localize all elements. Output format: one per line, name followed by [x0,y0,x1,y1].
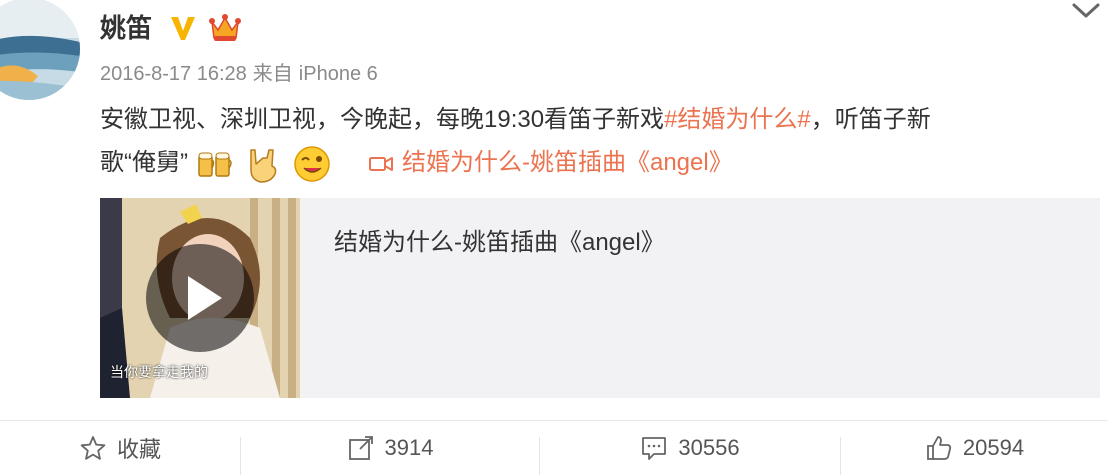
action-bar: 收藏 3914 30556 20594 [0,421,1108,475]
video-card-title[interactable]: 结婚为什么-姚笛插曲《angel》 [334,226,665,260]
wink-face-icon [294,145,330,182]
thumbnail-caption: 当你要拿走我的 [110,365,208,381]
post-text-suffix: ，听笛子新 [810,106,931,133]
comment-icon [642,436,667,460]
repost-icon [348,435,373,460]
post-meta: 2016-8-17 16:28 来自 iPhone 6 [100,60,384,88]
username[interactable]: 姚笛 [100,10,152,46]
thumbs-up-icon [927,435,952,460]
post-text: 安徽卫视、深圳卫视，今晚起，每晚19:30看笛子新戏#结婚为什么#，听笛子新 [100,100,1090,140]
video-card[interactable]: 当你要拿走我的 结婚为什么-姚笛插曲《angel》 [100,198,1100,398]
repost-count: 3914 [384,434,434,460]
video-camera-icon [369,156,393,171]
hashtag-link[interactable]: #结婚为什么# [664,106,811,133]
video-thumbnail[interactable]: 当你要拿走我的 [100,198,300,398]
source-prefix: 来自 [252,63,293,85]
favorite-button[interactable]: 收藏 [0,421,240,474]
member-crown-icon[interactable] [208,12,242,44]
avatar[interactable] [0,0,80,100]
comment-count: 30556 [678,434,740,460]
post-text-line2-label: 歌“俺舅” [100,149,188,176]
video-link[interactable]: 结婚为什么-姚笛插曲《angel》 [368,143,733,187]
post-text-prefix: 安徽卫视、深圳卫视，今晚起，每晚19:30看笛子新戏 [100,106,665,133]
play-icon[interactable] [146,244,254,352]
chevron-down-icon[interactable] [1070,0,1102,22]
video-link-text[interactable]: 结婚为什么-姚笛插曲《angel》 [402,149,733,176]
like-button[interactable]: 20594 [841,421,1108,474]
star-icon [80,435,106,460]
source-device[interactable]: iPhone 6 [299,63,378,85]
post-timestamp[interactable]: 2016-8-17 16:28 [100,63,247,85]
like-count: 20594 [962,434,1025,460]
favorite-label: 收藏 [116,436,161,462]
rock-hand-icon [250,148,277,183]
post-text-line2: 歌“俺舅” [100,143,334,187]
comment-button[interactable]: 30556 [540,421,840,474]
repost-button[interactable]: 3914 [241,421,539,474]
cheers-icon [197,152,232,177]
verified-icon [171,17,195,40]
